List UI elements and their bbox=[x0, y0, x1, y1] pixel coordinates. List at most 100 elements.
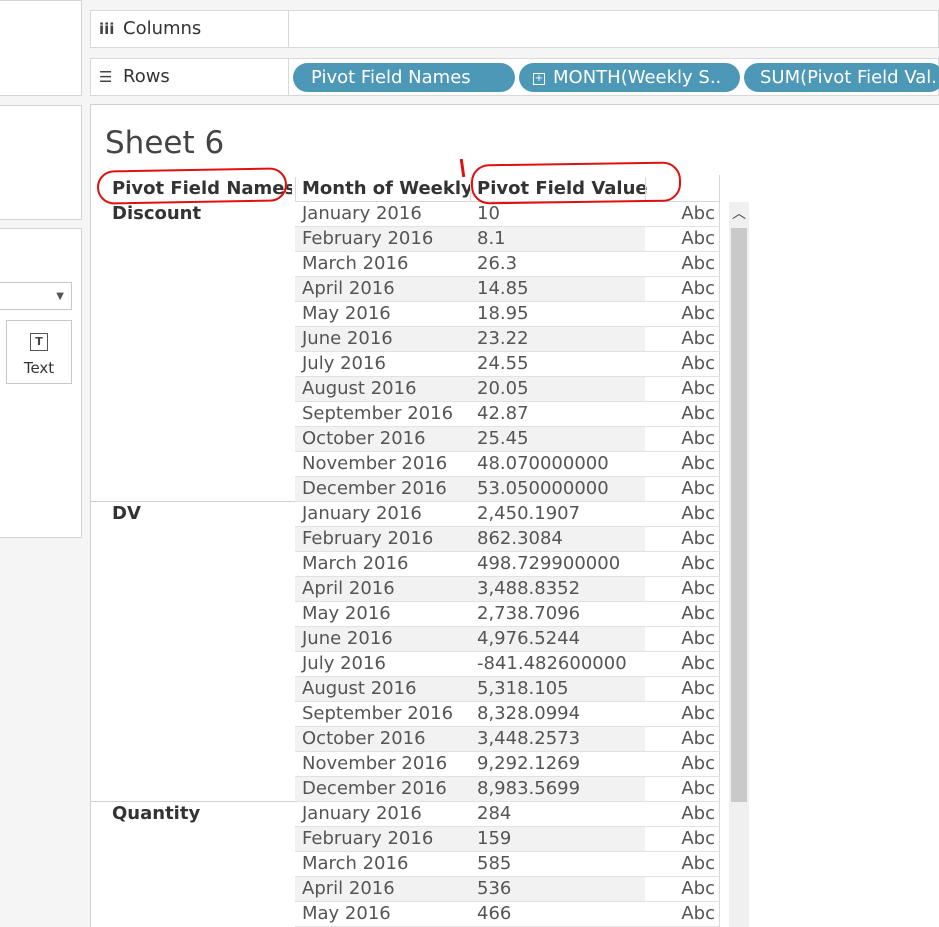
value-cell: 585 bbox=[477, 853, 512, 874]
table-row[interactable]: April 2016 3,488.8352 Abc bbox=[295, 577, 720, 602]
mark-type-dropdown[interactable]: ▼ bbox=[0, 282, 72, 310]
table-row[interactable]: July 2016 -841.482600000 Abc bbox=[295, 652, 720, 677]
value-cell: 48.070000000 bbox=[477, 453, 609, 474]
columns-shelf[interactable]: iii Columns bbox=[90, 10, 939, 48]
table-row[interactable]: March 2016 585 Abc bbox=[295, 852, 720, 877]
expand-plus-icon: + bbox=[533, 73, 545, 85]
vertical-scrollbar[interactable]: ︿ bbox=[729, 202, 749, 927]
header-separator bbox=[295, 177, 296, 201]
table-row[interactable]: October 2016 25.45 Abc bbox=[295, 427, 720, 452]
pill-month-weekly[interactable]: + MONTH(Weekly S.. bbox=[519, 63, 740, 92]
month-cell: July 2016 bbox=[302, 353, 386, 374]
month-cell: April 2016 bbox=[295, 877, 470, 901]
table-row[interactable]: April 2016 536 Abc bbox=[295, 877, 720, 902]
table-row[interactable]: December 2016 8,983.5699 Abc bbox=[295, 777, 720, 802]
table-row[interactable]: May 2016 466 Abc bbox=[295, 902, 720, 927]
abc-placeholder-cell: Abc bbox=[681, 778, 715, 799]
value-cell: 26.3 bbox=[477, 253, 518, 274]
table-row[interactable]: March 2016 498.729900000 Abc bbox=[295, 552, 720, 577]
row-group: Discount January 2016 10 Abc February 2016 8.… bbox=[91, 202, 731, 502]
table-row[interactable]: August 2016 20.05 Abc bbox=[295, 377, 720, 402]
table-row[interactable]: November 2016 48.070000000 Abc bbox=[295, 452, 720, 477]
value-cell: 284 bbox=[477, 803, 512, 824]
value-cell: 5,318.105 bbox=[470, 677, 645, 701]
rows-icon: ☰ bbox=[99, 68, 113, 86]
table-row[interactable]: March 2016 26.3 Abc bbox=[295, 252, 720, 277]
pill-month-label: MONTH(Weekly S.. bbox=[553, 67, 722, 88]
table-row[interactable]: November 2016 9,292.1269 Abc bbox=[295, 752, 720, 777]
abc-placeholder-cell: Abc bbox=[681, 328, 715, 349]
sheet-title: Sheet 6 bbox=[105, 125, 225, 161]
abc-placeholder-cell: Abc bbox=[681, 228, 715, 249]
table-row[interactable]: August 2016 5,318.105 Abc bbox=[295, 677, 720, 702]
month-cell: May 2016 bbox=[302, 603, 391, 624]
value-cell: 2,450.1907 bbox=[477, 503, 581, 524]
table-row[interactable]: January 2016 2,450.1907 Abc bbox=[295, 502, 720, 527]
table-row[interactable]: January 2016 284 Abc bbox=[295, 802, 720, 827]
month-cell: March 2016 bbox=[302, 853, 409, 874]
abc-placeholder-cell: Abc bbox=[681, 278, 715, 299]
month-cell: December 2016 bbox=[295, 477, 470, 501]
value-cell: 862.3084 bbox=[470, 527, 645, 551]
value-cell: 25.45 bbox=[470, 427, 645, 451]
table-row[interactable]: February 2016 159 Abc bbox=[295, 827, 720, 852]
value-cell: 8,328.0994 bbox=[477, 703, 581, 724]
abc-placeholder-cell: Abc bbox=[681, 678, 715, 699]
value-cell: 10 bbox=[477, 203, 500, 224]
month-cell: April 2016 bbox=[295, 277, 470, 301]
red-annotation-circle bbox=[96, 167, 288, 205]
scrollbar-thumb[interactable] bbox=[731, 228, 747, 802]
abc-placeholder-cell: Abc bbox=[681, 803, 715, 824]
table-row[interactable]: July 2016 24.55 Abc bbox=[295, 352, 720, 377]
month-cell: February 2016 bbox=[295, 827, 470, 851]
pill-pivot-field-names[interactable]: Pivot Field Names bbox=[293, 63, 515, 92]
table-row[interactable]: December 2016 53.050000000 Abc bbox=[295, 477, 720, 502]
text-icon: T bbox=[30, 333, 48, 351]
rows-shelf[interactable]: ☰ Rows Pivot Field Names + MONTH(Weekly S.… bbox=[90, 58, 939, 96]
table-row[interactable]: June 2016 23.22 Abc bbox=[295, 327, 720, 352]
table-row[interactable]: February 2016 862.3084 Abc bbox=[295, 527, 720, 552]
table-row[interactable]: April 2016 14.85 Abc bbox=[295, 277, 720, 302]
scroll-up-icon[interactable]: ︿ bbox=[729, 202, 749, 226]
month-cell: February 2016 bbox=[295, 527, 470, 551]
table-row[interactable]: September 2016 8,328.0994 Abc bbox=[295, 702, 720, 727]
row-group-name[interactable]: DV bbox=[112, 502, 141, 526]
abc-placeholder-cell: Abc bbox=[681, 203, 715, 224]
table-row[interactable]: January 2016 10 Abc bbox=[295, 202, 720, 227]
value-cell: -841.482600000 bbox=[477, 653, 627, 674]
columns-shelf-label: iii Columns bbox=[91, 11, 289, 47]
row-group: Quantity January 2016 284 Abc February 2016 1… bbox=[91, 801, 731, 927]
month-cell: November 2016 bbox=[302, 453, 448, 474]
month-cell: July 2016 bbox=[302, 653, 386, 674]
abc-placeholder-cell: Abc bbox=[681, 503, 715, 524]
table-row[interactable]: June 2016 4,976.5244 Abc bbox=[295, 627, 720, 652]
text-mark-button[interactable]: T Text bbox=[6, 320, 72, 384]
month-cell: February 2016 bbox=[295, 227, 470, 251]
value-cell: 3,448.2573 bbox=[470, 727, 645, 751]
month-cell: November 2016 bbox=[302, 753, 448, 774]
table-row[interactable]: September 2016 42.87 Abc bbox=[295, 402, 720, 427]
header-month[interactable]: Month of Weekly .. bbox=[302, 177, 472, 201]
month-cell: October 2016 bbox=[295, 727, 470, 751]
abc-placeholder-cell: Abc bbox=[681, 903, 715, 924]
value-cell: 8,983.5699 bbox=[470, 777, 645, 801]
pill-sum-pivot-field-values[interactable]: SUM(Pivot Field Val.. bbox=[744, 63, 939, 92]
month-cell: June 2016 bbox=[295, 327, 470, 351]
value-cell: 24.55 bbox=[477, 353, 529, 374]
table-row[interactable]: May 2016 18.95 Abc bbox=[295, 302, 720, 327]
month-cell: June 2016 bbox=[295, 627, 470, 651]
value-cell: 498.729900000 bbox=[477, 553, 621, 574]
row-group-name[interactable]: Discount bbox=[112, 202, 201, 226]
value-cell: 466 bbox=[477, 903, 512, 924]
row-group-name[interactable]: Quantity bbox=[112, 802, 200, 826]
left-panel-top-card bbox=[0, 0, 82, 96]
abc-placeholder-cell: Abc bbox=[681, 853, 715, 874]
table-row[interactable]: May 2016 2,738.7096 Abc bbox=[295, 602, 720, 627]
table-row[interactable]: February 2016 8.1 Abc bbox=[295, 227, 720, 252]
text-mark-label: Text bbox=[23, 359, 55, 377]
red-annotation-stroke bbox=[459, 158, 466, 178]
month-cell: May 2016 bbox=[302, 303, 391, 324]
row-group: DV January 2016 2,450.1907 Abc February 2016… bbox=[91, 501, 731, 802]
value-cell: 20.05 bbox=[470, 377, 645, 401]
table-row[interactable]: October 2016 3,448.2573 Abc bbox=[295, 727, 720, 752]
